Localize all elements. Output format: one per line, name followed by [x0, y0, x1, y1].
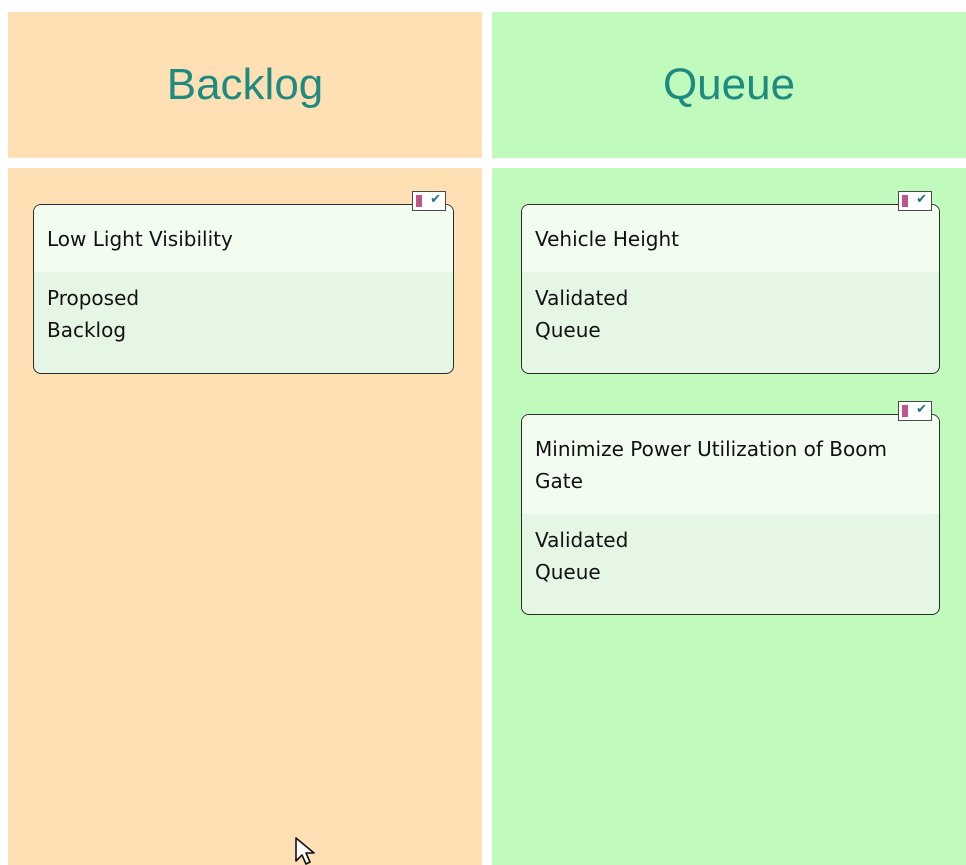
kanban-card[interactable]: ✔ Vehicle Height Validated Queue [521, 191, 940, 374]
card-title-section: Vehicle Height [522, 205, 939, 272]
card-status: Validated [535, 528, 629, 552]
mouse-pointer-icon [295, 837, 315, 865]
column-header-queue[interactable]: Queue [492, 12, 966, 158]
card-details-section: Validated Queue [522, 272, 939, 346]
card-phase: Backlog [47, 318, 127, 342]
kanban-board: Backlog Queue ✔ Low Light Visibility Pro… [0, 0, 966, 865]
requirement-check-icon: ✔ [898, 191, 932, 211]
card-status: Proposed [47, 286, 140, 310]
column-title-backlog: Backlog [166, 60, 324, 109]
requirement-check-icon: ✔ [898, 401, 932, 421]
card-details-section: Validated Queue [522, 514, 939, 588]
kanban-card[interactable]: ✔ Minimize Power Utilization of Boom Gat… [521, 401, 940, 615]
requirement-check-icon: ✔ [412, 191, 446, 211]
card-title-section: Low Light Visibility [34, 205, 453, 272]
card-title-section: Minimize Power Utilization of Boom Gate [522, 415, 939, 514]
card-title: Low Light Visibility [47, 227, 233, 251]
card-title: Vehicle Height [535, 227, 679, 251]
column-title-queue: Queue [662, 60, 796, 109]
card-title: Minimize Power Utilization of Boom Gate [535, 437, 887, 493]
card-status: Validated [535, 286, 629, 310]
column-header-backlog[interactable]: Backlog [8, 12, 482, 158]
card-details-section: Proposed Backlog [34, 272, 453, 346]
card-phase: Queue [535, 560, 601, 584]
kanban-card[interactable]: ✔ Low Light Visibility Proposed Backlog [33, 191, 454, 374]
card-phase: Queue [535, 318, 601, 342]
